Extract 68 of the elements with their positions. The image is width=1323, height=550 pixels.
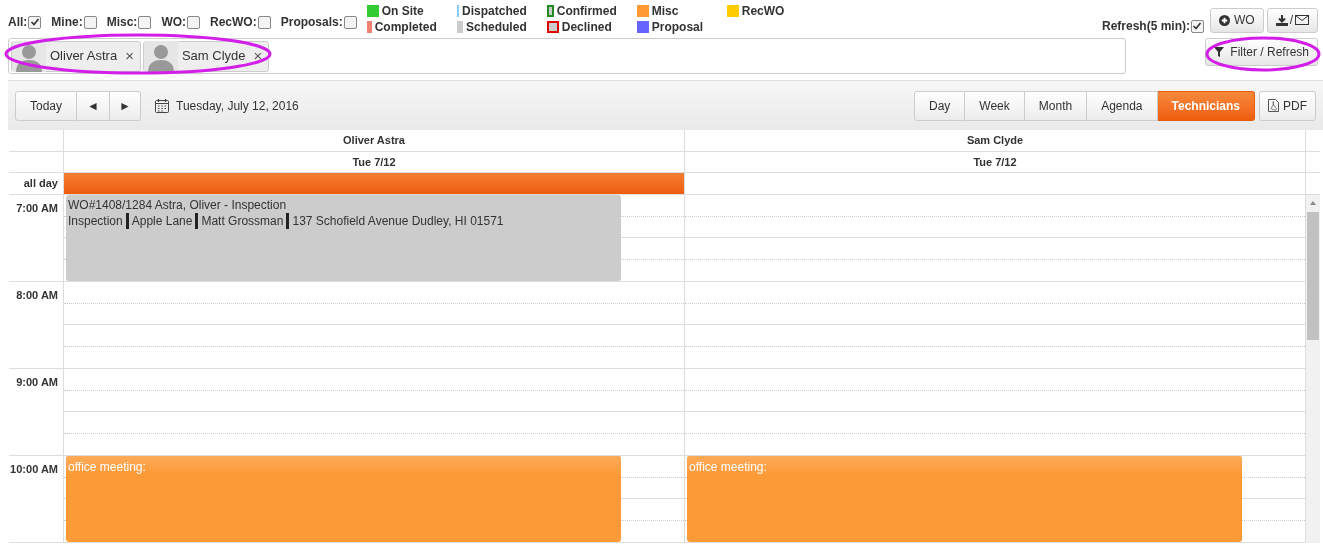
view-tab[interactable]: Day: [914, 90, 966, 121]
event-detail: Matt Grossman: [195, 213, 287, 229]
plus-circle-icon: [1219, 14, 1230, 26]
technician-name: Oliver Astra: [50, 47, 118, 66]
refresh-label: Refresh(5 min):: [1101, 18, 1190, 35]
all-day-label: all day: [23, 176, 58, 192]
checkbox[interactable]: [187, 15, 201, 29]
remove-chip-button[interactable]: ×: [125, 44, 134, 68]
remove-chip-button[interactable]: ×: [253, 44, 263, 68]
scroll-up-icon: [1310, 201, 1316, 205]
legend-label: RecWO: [741, 3, 785, 19]
legend-label: On Site: [381, 3, 424, 19]
pdf-button[interactable]: PDF: [1259, 90, 1316, 121]
scroll-thumb[interactable]: [1307, 212, 1319, 340]
technician-chip[interactable]: Oliver Astra ×: [11, 40, 141, 72]
event-title: WO#1408/1284 Astra, Oliver - Inspection: [68, 197, 288, 213]
legend-label: Misc: [651, 3, 679, 19]
event-detail: Apple Lane: [125, 213, 196, 229]
checkbox[interactable]: [1191, 19, 1204, 33]
current-date: Tuesday, July 12, 2016: [176, 97, 299, 115]
filter-label: RecWO:: [210, 14, 257, 31]
date-header: Tue 7/12: [352, 154, 396, 170]
legend-label: Dispatched: [462, 3, 527, 19]
event-detail: 137 Schofield Avenue Dudley, HI 01571: [286, 213, 507, 229]
export-button[interactable]: /: [1266, 7, 1318, 33]
event-title: office meeting:: [689, 460, 767, 474]
legend-label: Confirmed: [556, 3, 617, 19]
scrollbar[interactable]: [1306, 195, 1320, 543]
technician-field[interactable]: Oliver Astra × Sam Clyde ×: [8, 38, 1126, 74]
filter-label: All:: [8, 14, 28, 31]
filter-label: Mine:: [51, 14, 83, 31]
time-label: 10:00 AM: [10, 462, 58, 475]
technician-column-header: Oliver Astra: [343, 133, 405, 149]
filter-label: Proposals:: [280, 14, 343, 31]
checkbox[interactable]: [83, 15, 97, 29]
event-detail: Inspection: [68, 213, 124, 229]
legend-label: Completed: [374, 19, 437, 35]
download-icon: [1275, 14, 1288, 26]
next-button[interactable]: ►: [110, 90, 142, 121]
today-button[interactable]: Today: [15, 90, 78, 121]
checkbox[interactable]: [138, 15, 152, 29]
avatar-silhouette-icon: [143, 40, 178, 72]
calendar-icon: [155, 98, 170, 113]
pdf-file-icon: [1268, 99, 1279, 112]
filter-label: WO:: [161, 14, 187, 31]
view-tab[interactable]: Week: [965, 90, 1025, 121]
filter-icon: [1214, 47, 1225, 57]
time-label: 8:00 AM: [16, 288, 58, 301]
date-header: Tue 7/12: [973, 154, 1017, 170]
checkbox[interactable]: [28, 15, 42, 29]
new-wo-button[interactable]: WO: [1210, 7, 1264, 33]
checkbox[interactable]: [343, 15, 357, 29]
event-title: office meeting:: [68, 460, 146, 474]
technician-chip[interactable]: Sam Clyde ×: [142, 40, 270, 72]
checkbox[interactable]: [257, 15, 271, 29]
legend-label: Declined: [561, 19, 612, 35]
view-tab[interactable]: Agenda: [1087, 90, 1158, 121]
technician-column-header: Sam Clyde: [966, 133, 1024, 149]
legend-label: Scheduled: [466, 19, 527, 35]
previous-button[interactable]: ◄: [77, 90, 111, 121]
technician-name: Sam Clyde: [181, 47, 246, 66]
time-label: 9:00 AM: [16, 375, 58, 388]
time-label: 7:00 AM: [16, 201, 58, 214]
view-tab[interactable]: Month: [1024, 90, 1088, 121]
filter-label: Misc:: [106, 14, 138, 31]
mail-icon: [1295, 15, 1309, 25]
work-order-event[interactable]: WO#1408/1284 Astra, Oliver - Inspection Inspection Apple Lane Matt Grossman 137 Schofield Avenue Dudley, HI 01571: [66, 195, 621, 281]
legend-label: Proposal: [651, 19, 704, 35]
